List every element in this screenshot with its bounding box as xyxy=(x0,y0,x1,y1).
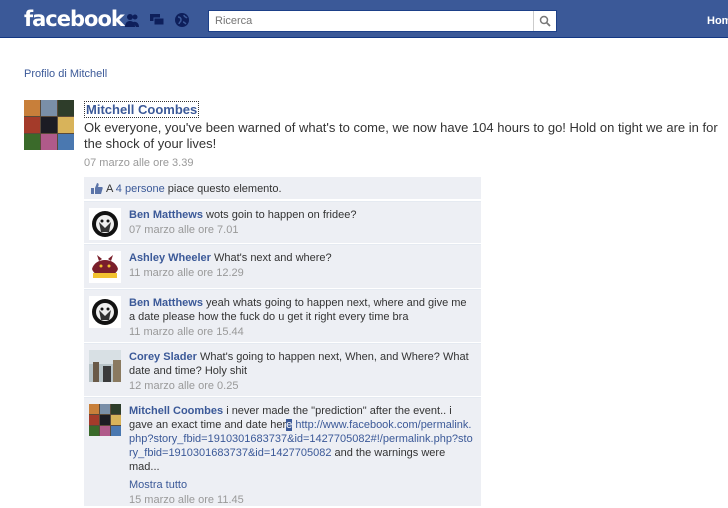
search-box xyxy=(208,10,557,32)
commenter-avatar[interactable] xyxy=(89,208,121,240)
search-icon xyxy=(539,15,551,27)
author-avatar[interactable] xyxy=(24,100,74,150)
like-thumb-icon xyxy=(90,182,103,198)
commenter-name[interactable]: Ashley Wheeler xyxy=(129,252,211,264)
comment-timestamp: 11 marzo alle ore 12.29 xyxy=(129,267,244,279)
post-text: Ok everyone, you've been warned of what'… xyxy=(84,120,718,151)
likes-bar: A 4 persone piace questo elemento. xyxy=(84,177,481,199)
comment-timestamp: 15 marzo alle ore 11.45 xyxy=(129,494,244,506)
likes-prefix: A xyxy=(106,183,116,195)
show-more-link[interactable]: Mostra tutto xyxy=(129,478,474,492)
friend-requests-icon[interactable] xyxy=(124,12,140,28)
commenter-name[interactable]: Mitchell Coombes xyxy=(129,405,223,417)
selected-text: e xyxy=(286,419,293,431)
commenter-name[interactable]: Ben Matthews xyxy=(129,209,203,221)
commenter-avatar[interactable] xyxy=(89,251,121,283)
commenter-avatar[interactable] xyxy=(89,350,121,382)
comment-item: Ben Matthews wots goin to happen on frid… xyxy=(84,201,481,243)
comment-text: wots goin to happen on fridee? xyxy=(206,209,357,221)
facebook-logo[interactable]: facebook xyxy=(24,7,125,31)
post-timestamp[interactable]: 07 marzo alle ore 3.39 xyxy=(84,157,193,169)
likes-count-link[interactable]: 4 persone xyxy=(116,183,165,195)
commenter-avatar[interactable] xyxy=(89,296,121,328)
search-input[interactable] xyxy=(215,12,535,30)
top-bar: facebook Hom xyxy=(0,0,728,38)
comment-item: Mitchell Coombes i never made the "predi… xyxy=(84,397,481,506)
comment-item: Ashley Wheeler What's next and where? 11… xyxy=(84,244,481,288)
notifications-globe-icon[interactable] xyxy=(174,12,190,28)
search-button[interactable] xyxy=(533,11,556,31)
comment-item: Corey Slader What's going to happen next… xyxy=(84,343,481,396)
breadcrumb-profile-link[interactable]: Profilo di Mitchell xyxy=(24,68,107,80)
commenter-name[interactable]: Corey Slader xyxy=(129,351,197,363)
comment-text: What's next and where? xyxy=(213,252,332,264)
comment-timestamp: 12 marzo alle ore 0.25 xyxy=(129,380,239,392)
post-author-name[interactable]: Mitchell Coombes xyxy=(84,101,200,118)
comment-item: Ben Matthews yeah whats going to happen … xyxy=(84,289,481,342)
home-link[interactable]: Hom xyxy=(707,15,728,27)
comment-timestamp: 11 marzo alle ore 15.44 xyxy=(129,326,244,338)
messages-icon[interactable] xyxy=(149,12,165,28)
commenter-avatar[interactable] xyxy=(89,404,121,436)
comment-timestamp: 07 marzo alle ore 7.01 xyxy=(129,224,239,236)
likes-suffix: piace questo elemento. xyxy=(164,183,282,195)
commenter-name[interactable]: Ben Matthews xyxy=(129,297,203,309)
